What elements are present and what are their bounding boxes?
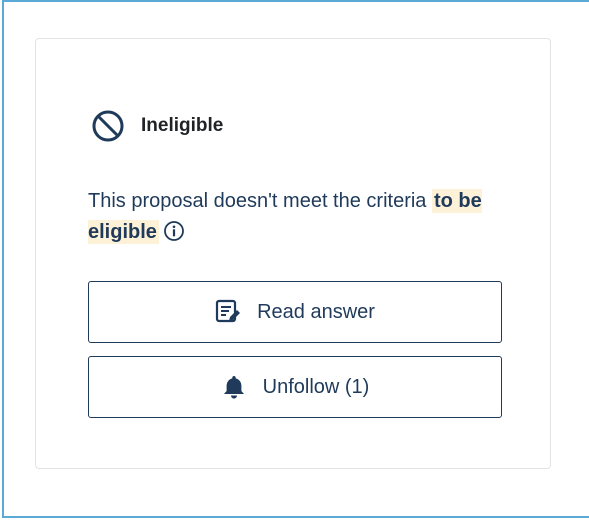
unfollow-button[interactable]: Unfollow (1) (88, 356, 502, 418)
info-icon[interactable] (163, 220, 185, 242)
status-row: Ineligible (91, 109, 223, 143)
unfollow-label: Unfollow (1) (262, 375, 370, 398)
status-label: Ineligible (141, 115, 224, 136)
proposal-status-card: Ineligible This proposal doesn't meet th… (35, 38, 551, 469)
description-text: This proposal doesn't meet the criteria (88, 190, 432, 212)
ban-icon (91, 109, 125, 143)
read-answer-label: Read answer (257, 300, 375, 323)
edit-document-icon (215, 299, 241, 325)
read-answer-button[interactable]: Read answer (88, 281, 502, 343)
eligibility-description: This proposal doesn't meet the criteria … (88, 186, 518, 248)
bell-icon (221, 374, 247, 400)
